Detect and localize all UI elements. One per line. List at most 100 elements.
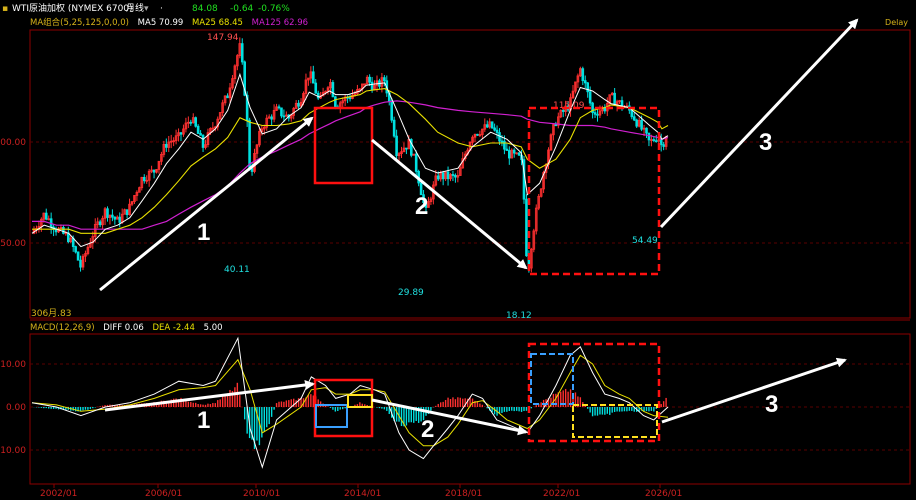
candle [510,148,514,159]
candle-body [277,106,281,109]
candle-body [62,226,65,234]
candle-body [76,251,80,261]
candle [392,116,396,138]
candle-body [196,125,200,134]
candle-body [240,43,244,63]
candle-body [655,140,658,143]
price-label-high-2022: 115.09 [553,101,585,111]
candle [74,245,77,254]
candle-body [331,82,335,98]
candle-body [111,214,114,218]
candle-body [314,82,318,94]
candle-body [436,175,440,180]
candle-body [164,144,168,148]
price-label-low-2009: 40.11 [224,265,250,275]
menu-dot-icon[interactable]: ▪ [2,0,8,18]
candle-body [554,124,558,127]
candle-body [613,92,616,106]
candle-body [525,198,528,257]
ma-legend: MA组合(5,25,125,0,0,0) MA5 70.99 MA25 68.4… [30,17,314,30]
ma-legend-title[interactable]: MA组合(5,25,125,0,0,0) [30,18,129,28]
price-label-start: 306月.83 [31,308,72,319]
candle-body [662,144,665,147]
candle-body [451,174,455,176]
candle-body [476,133,479,136]
candle-body [226,95,229,99]
xtick-label: 2022/01 [543,489,580,499]
candle-body [113,216,117,220]
candle-body [485,124,489,128]
candle-body [348,97,352,100]
candle-body [645,127,648,134]
ma125-value: MA125 62.96 [251,18,309,28]
xtick-label: 2018/01 [445,489,482,499]
ytick-50: 50.00 [0,239,26,249]
candle-body [280,107,283,117]
candle [537,193,540,211]
macd-value: 5.00 [203,323,223,333]
candle [534,204,538,235]
wave-label-1: 1 [197,219,210,246]
candle-body [635,119,638,127]
candle-body [44,212,48,220]
candle-body [493,127,496,131]
macd-legend-title[interactable]: MACD(12,26,9) [30,323,95,333]
candle-body [593,112,597,115]
candle [515,152,518,155]
candle-body [446,171,450,180]
price-label-low-2020: 18.12 [506,311,532,321]
macd-legend: MACD(12,26,9) DIFF 0.06 DEA -2.44 5.00 [30,322,229,334]
wave-label-2: 2 [415,193,428,220]
candle [218,112,222,120]
candle-body [201,134,205,148]
period-selector[interactable]: 月线 [126,0,144,18]
candle-body [270,116,273,120]
diff-value: DIFF 0.06 [103,323,144,333]
candle [476,133,479,136]
macd-ytick-neg10: -10.00 [0,446,26,456]
instrument-name[interactable]: WTI原油加权 (NYMEX 6700) [12,0,133,18]
candle-body [383,77,386,82]
candle-body [199,133,202,136]
wave-label-2-macd: 2 [421,416,434,443]
candle-body [586,82,589,93]
candle-body [507,150,511,159]
candle-body [194,117,198,127]
candle-body [125,209,129,215]
ma25-value: MA25 68.45 [191,18,243,28]
candle-body [583,80,587,84]
candle-body [142,176,146,182]
candle-body [74,246,77,253]
candle-body [596,113,599,116]
chevron-down-icon[interactable]: ▾ [144,0,149,18]
price-label-high-2008: 147.94 [207,33,239,43]
candle-body [500,140,504,143]
candle-body [79,259,82,268]
candle [539,188,543,198]
candle-body [652,139,656,142]
candle [549,133,553,151]
dea-value: DEA -2.44 [152,323,195,333]
candle [412,153,416,156]
candle-body [368,76,371,83]
candle-body [179,132,183,135]
candle [517,151,521,156]
xtick-label: 2002/01 [40,489,77,499]
macd-ytick-10: 10.00 [0,360,26,370]
candle-body [106,208,109,218]
candle-body [490,121,494,129]
candle-body [505,148,509,151]
candle-body [152,169,156,173]
candle-body [390,100,393,121]
candle-body [659,139,663,146]
candle [123,208,126,215]
candle-body [334,96,337,108]
price-label-low-2016: 29.89 [398,288,424,298]
candle [248,117,251,171]
candle-body [311,71,315,84]
xtick-label: 2010/01 [243,489,280,499]
xtick-label: 2026/01 [645,489,682,499]
candle-body [414,153,418,172]
candle-body [98,221,102,226]
wave-label-1-macd: 1 [197,407,210,434]
